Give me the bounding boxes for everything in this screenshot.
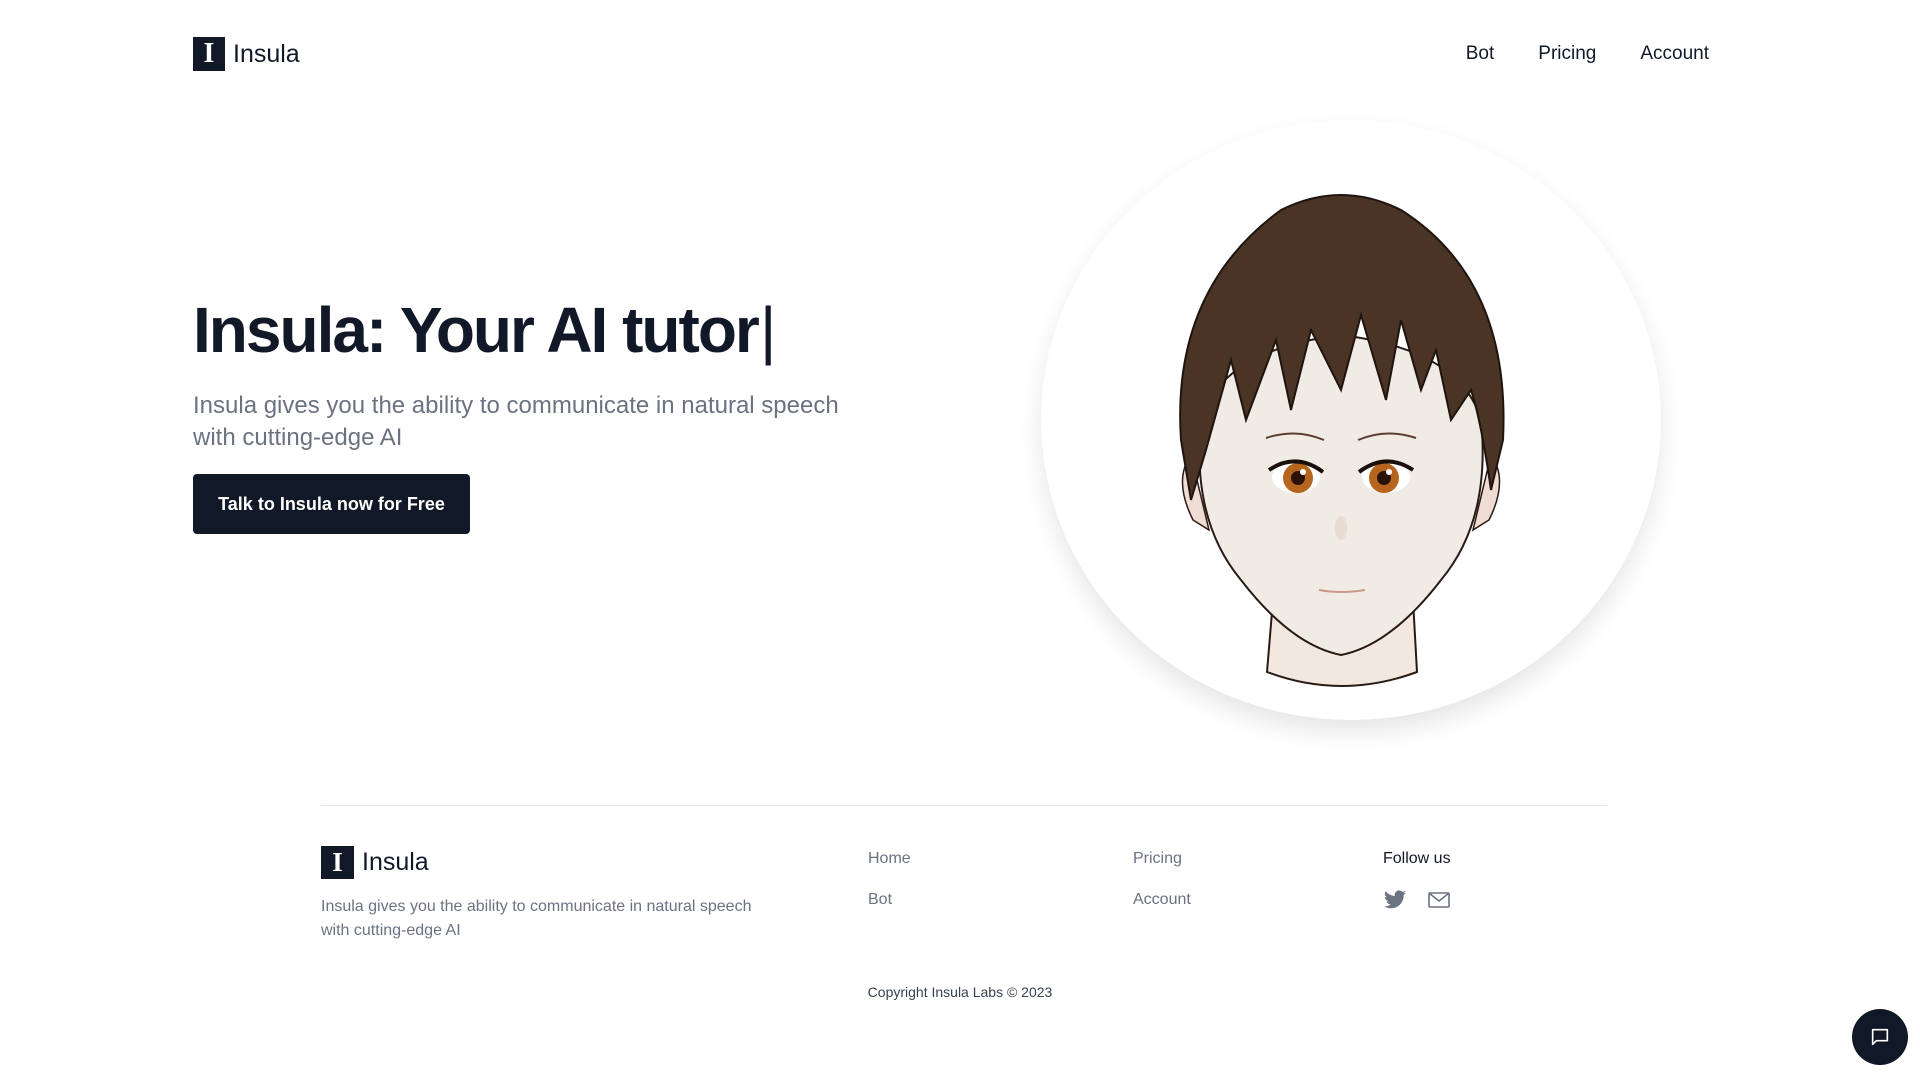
talk-to-insula-button[interactable]: Talk to Insula now for Free <box>193 474 470 534</box>
hero-subtitle: Insula gives you the ability to communic… <box>193 392 839 451</box>
brand-link[interactable]: I Insula <box>193 37 300 71</box>
hero-title-text: Insula: Your AI tutor <box>193 294 760 366</box>
footer-brand-link[interactable]: I Insula <box>321 846 429 879</box>
site-header: I Insula Bot Pricing Account <box>193 36 1709 72</box>
footer-links-col1: Home Bot <box>868 849 911 909</box>
twitter-icon[interactable] <box>1383 888 1407 912</box>
footer-links-col2: Pricing Account <box>1133 849 1191 909</box>
nav-pricing[interactable]: Pricing <box>1538 43 1596 65</box>
avatar-circle <box>1041 120 1661 720</box>
hero-title: Insula: Your AI tutor| <box>193 292 777 368</box>
anime-avatar-image <box>1179 194 1505 687</box>
nav-bot[interactable]: Bot <box>1466 43 1495 65</box>
chat-bubble-icon <box>1871 1028 1889 1046</box>
follow-us-heading: Follow us <box>1383 850 1451 867</box>
footer-description: Insula gives you the ability to communic… <box>321 898 752 939</box>
chat-widget-button[interactable] <box>1852 1009 1908 1065</box>
mail-icon[interactable] <box>1427 888 1451 912</box>
logo-icon: I <box>193 37 225 71</box>
footer-link-account[interactable]: Account <box>1133 890 1191 909</box>
social-links <box>1383 888 1451 912</box>
footer-logo-icon: I <box>321 846 354 879</box>
copyright-text: Copyright Insula Labs © 2023 <box>867 984 1053 1000</box>
footer-link-bot[interactable]: Bot <box>868 890 911 909</box>
footer-link-pricing[interactable]: Pricing <box>1133 849 1191 868</box>
footer-brand-name: Insula <box>362 848 429 876</box>
footer-divider <box>321 805 1607 806</box>
typing-cursor: | <box>759 294 777 366</box>
main-nav: Bot Pricing Account <box>1466 43 1709 65</box>
footer-link-home[interactable]: Home <box>868 849 911 868</box>
brand-name: Insula <box>233 39 300 68</box>
nav-account[interactable]: Account <box>1640 43 1709 65</box>
